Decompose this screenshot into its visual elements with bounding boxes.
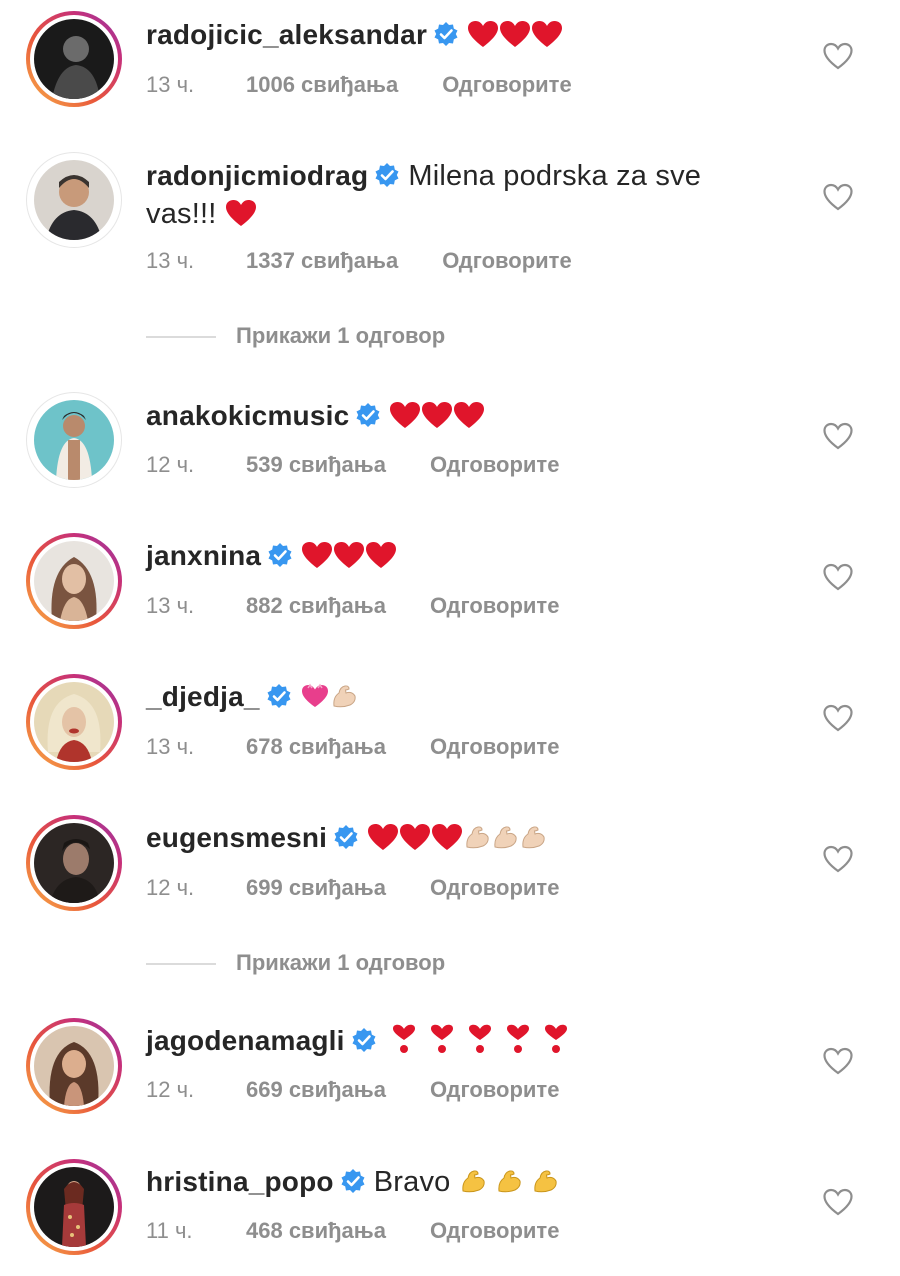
- heart-exclamation-icon: [423, 1024, 461, 1064]
- avatar[interactable]: [26, 392, 122, 488]
- comment-meta: 12 ч. 699 свиђања Одговорите: [146, 875, 559, 901]
- comment-username[interactable]: jagodenamagli: [146, 1025, 345, 1056]
- red-heart-icon: [333, 541, 365, 579]
- comment-likes[interactable]: 1006 свиђања: [246, 72, 398, 98]
- comment-likes[interactable]: 882 свиђања: [246, 593, 386, 619]
- replies-divider: [146, 963, 216, 966]
- reply-button[interactable]: Одговорите: [430, 875, 560, 901]
- red-heart-icon: [421, 401, 453, 439]
- red-heart-icon: [431, 823, 463, 861]
- comment-meta: 13 ч. 1337 свиђања Одговорите: [146, 248, 572, 274]
- red-heart-icon: [399, 823, 431, 861]
- flexed-biceps-icon: [459, 1167, 487, 1205]
- flexed-biceps-icon: [491, 823, 519, 861]
- verified-badge-icon: [340, 1166, 366, 1193]
- red-heart-icon: [499, 20, 531, 58]
- flexed-biceps-icon: [463, 823, 491, 861]
- avatar[interactable]: [26, 815, 122, 911]
- comment-text-cont: vas!!!: [146, 198, 217, 230]
- heart-outline-icon[interactable]: [823, 1188, 853, 1216]
- comment-time: 13 ч.: [146, 248, 195, 273]
- flexed-biceps-icon: [330, 682, 358, 720]
- comment-username[interactable]: hristina_popo: [146, 1166, 334, 1197]
- comment-time: 12 ч.: [146, 875, 195, 900]
- reply-button[interactable]: Одговорите: [430, 1218, 560, 1244]
- comment-likes[interactable]: 669 свиђања: [246, 1077, 386, 1103]
- comment-meta: 12 ч. 669 свиђања Одговорите: [146, 1077, 559, 1103]
- flexed-biceps-icon: [495, 1167, 523, 1205]
- reply-button[interactable]: Одговорите: [430, 593, 560, 619]
- comment-time: 12 ч.: [146, 452, 195, 477]
- comment-meta: 12 ч. 539 свиђања Одговорите: [146, 452, 559, 478]
- comment-time: 12 ч.: [146, 1077, 195, 1102]
- comment-time: 13 ч.: [146, 734, 195, 759]
- heart-exclamation-icon: [461, 1024, 499, 1064]
- comment-time: 13 ч.: [146, 72, 195, 97]
- red-heart-icon: [225, 199, 257, 237]
- verified-badge-icon: [374, 160, 400, 187]
- heart-exclamation-icon: [385, 1024, 423, 1064]
- comment-username[interactable]: anakokicmusic: [146, 400, 349, 431]
- avatar[interactable]: [26, 152, 122, 248]
- red-heart-icon: [531, 20, 563, 58]
- verified-badge-icon: [266, 681, 292, 708]
- comment-username[interactable]: eugensmesni: [146, 822, 327, 853]
- verified-badge-icon: [355, 400, 381, 427]
- comment-meta: 13 ч. 678 свиђања Одговорите: [146, 734, 559, 760]
- comment-likes[interactable]: 468 свиђања: [246, 1218, 386, 1244]
- flexed-biceps-icon: [531, 1167, 559, 1205]
- comment-text: Bravo: [373, 1166, 451, 1198]
- reply-button[interactable]: Одговорите: [442, 72, 572, 98]
- verified-badge-icon: [351, 1025, 377, 1052]
- comment-likes[interactable]: 539 свиђања: [246, 452, 386, 478]
- comment-username[interactable]: janxnina: [146, 540, 261, 571]
- avatar[interactable]: [26, 1018, 122, 1114]
- comment-meta: 11 ч. 468 свиђања Одговорите: [146, 1218, 559, 1244]
- red-heart-icon: [453, 401, 485, 439]
- red-heart-icon: [367, 823, 399, 861]
- avatar[interactable]: [26, 1159, 122, 1255]
- comment-time: 11 ч.: [146, 1218, 193, 1243]
- comment-username[interactable]: radojicic_aleksandar: [146, 19, 427, 50]
- heart-outline-icon[interactable]: [823, 845, 853, 873]
- heart-exclamation-icon: [537, 1024, 575, 1064]
- verified-badge-icon: [267, 540, 293, 567]
- avatar[interactable]: [26, 674, 122, 770]
- view-replies-button[interactable]: Прикажи 1 одговор: [146, 323, 445, 349]
- verified-badge-icon: [433, 19, 459, 46]
- red-heart-icon: [365, 541, 397, 579]
- red-heart-icon: [301, 541, 333, 579]
- heart-outline-icon[interactable]: [823, 42, 853, 70]
- reply-button[interactable]: Одговорите: [430, 734, 560, 760]
- comment-username[interactable]: radonjicmiodrag: [146, 160, 368, 191]
- heart-exclamation-icon: [499, 1024, 537, 1064]
- pink-heart-icon: [300, 682, 330, 720]
- comment-text: Milena podrska za sve: [408, 160, 702, 192]
- reply-button[interactable]: Одговорите: [430, 452, 560, 478]
- heart-outline-icon[interactable]: [823, 704, 853, 732]
- red-heart-icon: [467, 20, 499, 58]
- comment-meta: 13 ч. 882 свиђања Одговорите: [146, 593, 559, 619]
- red-heart-icon: [389, 401, 421, 439]
- view-replies-button[interactable]: Прикажи 1 одговор: [146, 950, 445, 976]
- comment-time: 13 ч.: [146, 593, 195, 618]
- avatar[interactable]: [26, 11, 122, 107]
- heart-outline-icon[interactable]: [823, 1047, 853, 1075]
- comment-likes[interactable]: 678 свиђања: [246, 734, 386, 760]
- reply-button[interactable]: Одговорите: [430, 1077, 560, 1103]
- comment-likes[interactable]: 1337 свиђања: [246, 248, 398, 274]
- flexed-biceps-icon: [519, 823, 547, 861]
- comment-username[interactable]: _djedja_: [146, 681, 260, 712]
- heart-outline-icon[interactable]: [823, 422, 853, 450]
- replies-divider: [146, 336, 216, 339]
- verified-badge-icon: [333, 822, 359, 849]
- comment-meta: 13 ч. 1006 свиђања Одговорите: [146, 72, 572, 98]
- reply-button[interactable]: Одговорите: [442, 248, 572, 274]
- heart-outline-icon[interactable]: [823, 563, 853, 591]
- comment-likes[interactable]: 699 свиђања: [246, 875, 386, 901]
- heart-outline-icon[interactable]: [823, 183, 853, 211]
- avatar[interactable]: [26, 533, 122, 629]
